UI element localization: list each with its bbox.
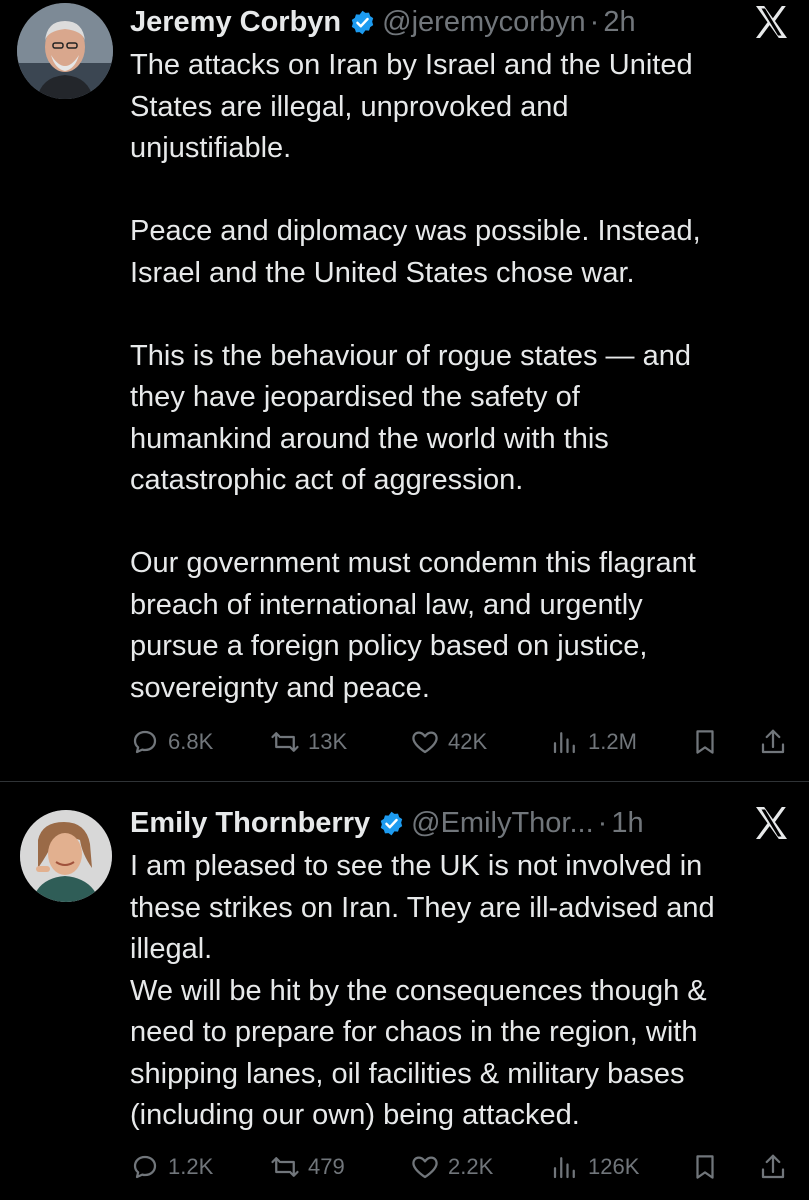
- verified-badge-icon: [349, 9, 376, 36]
- tweet-card[interactable]: Emily Thornberry @EmilyThor... · 1h I am…: [0, 783, 809, 1200]
- avatar[interactable]: [17, 3, 113, 99]
- timestamp[interactable]: 1h: [611, 807, 643, 840]
- tweet-header: Emily Thornberry @EmilyThor... · 1h: [130, 801, 644, 845]
- avatar[interactable]: [20, 810, 112, 902]
- reply-button[interactable]: 1.2K: [130, 1147, 213, 1187]
- separator: ·: [597, 806, 608, 839]
- like-count: 2.2K: [448, 1154, 494, 1179]
- author-handle[interactable]: @jeremycorbyn: [382, 6, 586, 39]
- tweet-paragraph: I am pleased to see the UK is not involv…: [130, 850, 715, 1131]
- repost-count: 479: [308, 1154, 345, 1179]
- reply-button[interactable]: 6.8K: [130, 722, 213, 762]
- x-logo-icon: [751, 2, 791, 42]
- heart-icon: [410, 1152, 448, 1182]
- repost-button[interactable]: 479: [270, 1147, 345, 1187]
- views-count: 1.2M: [588, 729, 637, 754]
- views-button[interactable]: 1.2M: [550, 722, 637, 762]
- tweet-text: The attacks on Iran by Israel and the Un…: [130, 45, 790, 709]
- share-icon: [758, 727, 788, 757]
- share-button[interactable]: [758, 1147, 788, 1187]
- tweet-divider: [0, 781, 809, 782]
- share-button[interactable]: [758, 722, 788, 762]
- reply-icon: [130, 1152, 168, 1182]
- views-icon: [550, 1152, 588, 1182]
- tweet-header: Jeremy Corbyn @jeremycorbyn · 2h: [130, 0, 636, 44]
- bookmark-button[interactable]: [690, 1147, 720, 1187]
- like-count: 42K: [448, 729, 488, 754]
- share-icon: [758, 1152, 788, 1182]
- author-name[interactable]: Emily Thornberry: [130, 807, 370, 840]
- like-button[interactable]: 42K: [410, 722, 487, 762]
- views-button[interactable]: 126K: [550, 1147, 639, 1187]
- repost-icon: [270, 1152, 308, 1182]
- like-button[interactable]: 2.2K: [410, 1147, 493, 1187]
- repost-button[interactable]: 13K: [270, 722, 347, 762]
- repost-count: 13K: [308, 729, 348, 754]
- reply-count: 6.8K: [168, 729, 214, 754]
- timestamp[interactable]: 2h: [603, 6, 635, 39]
- repost-icon: [270, 727, 308, 757]
- action-bar: 6.8K 13K 42K 1.2M: [130, 722, 790, 762]
- tweet-paragraph: Peace and diplomacy was possible. Instea…: [130, 215, 701, 289]
- action-bar: 1.2K 479 2.2K 126K: [130, 1147, 790, 1187]
- tweet-paragraph: This is the behaviour of rogue states — …: [130, 339, 691, 497]
- bookmark-button[interactable]: [690, 722, 720, 762]
- bookmark-icon: [690, 727, 720, 757]
- tweet-text: I am pleased to see the UK is not involv…: [130, 846, 790, 1137]
- tweet-paragraph: The attacks on Iran by Israel and the Un…: [130, 49, 693, 164]
- author-handle[interactable]: @EmilyThor...: [411, 807, 594, 840]
- tweet-paragraph: Our government must condemn this flagran…: [130, 547, 696, 704]
- reply-count: 1.2K: [168, 1154, 214, 1179]
- tweet-card[interactable]: Jeremy Corbyn @jeremycorbyn · 2h The att…: [0, 0, 809, 782]
- verified-badge-icon: [378, 810, 405, 837]
- separator: ·: [589, 5, 600, 38]
- heart-icon: [410, 727, 448, 757]
- reply-icon: [130, 727, 168, 757]
- author-name[interactable]: Jeremy Corbyn: [130, 6, 341, 39]
- views-icon: [550, 727, 588, 757]
- bookmark-icon: [690, 1152, 720, 1182]
- x-logo-icon: [751, 803, 791, 843]
- views-count: 126K: [588, 1154, 640, 1179]
